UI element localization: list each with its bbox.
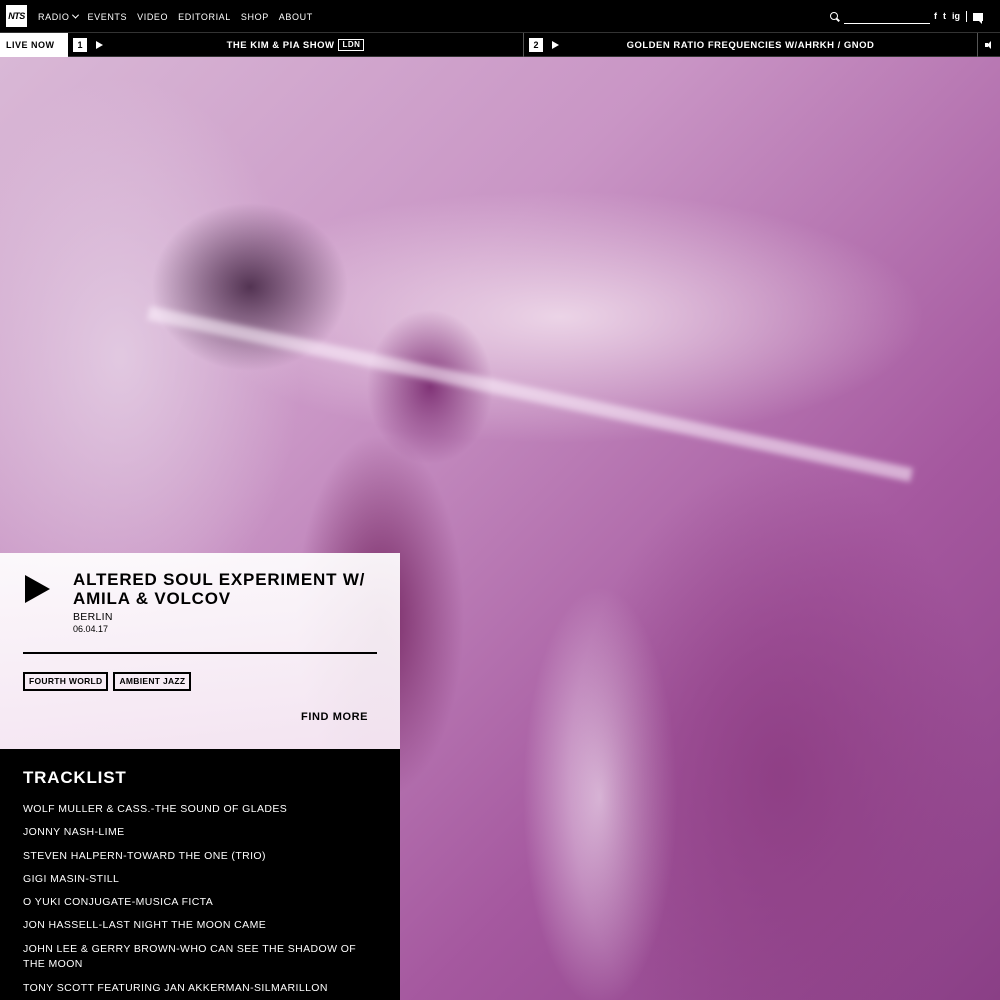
track-item: STEVEN HALPERN-TOWARD THE ONE (TRIO) (23, 849, 266, 862)
search-input[interactable] (844, 10, 930, 24)
show-location: BERLIN (73, 611, 113, 623)
live-bar: LIVE NOW 1 THE KIM & PIA SHOW LDN 2 GOLD… (0, 33, 1000, 57)
search (830, 10, 930, 24)
track-item: JON HASSELL-LAST NIGHT THE MOON CAME (23, 919, 267, 932)
search-icon[interactable] (830, 12, 840, 22)
channel-title: THE KIM & PIA SHOW LDN (68, 33, 523, 57)
nav-radio-label: RADIO (38, 11, 70, 22)
track-item: GIGI MASIN-STILL (23, 872, 120, 885)
track-item: O YUKI CONJUGATE-MUSICA FICTA (23, 896, 214, 909)
volume-icon (984, 41, 995, 49)
nav-events[interactable]: EVENTS (88, 12, 128, 22)
track-list: WOLF MULLER & CASS.-THE SOUND OF GLADES … (23, 802, 363, 1000)
track-item: WOLF MULLER & CASS.-THE SOUND OF GLADES (23, 803, 288, 815)
instagram-icon[interactable]: ig (952, 10, 960, 23)
channel-2-title: GOLDEN RATIO FREQUENCIES W/AHRKH / GNOD (626, 39, 875, 51)
social-links: f t ig (934, 10, 983, 24)
track-item: JONNY NASH-LIME (23, 826, 125, 839)
genre-tag[interactable]: AMBIENT JAZZ (113, 672, 192, 691)
play-icon[interactable] (96, 41, 103, 49)
top-navigation: NTS RADIO EVENTS VIDEO EDITORIAL SHOP AB… (0, 0, 1000, 33)
logo-text: NTS (8, 11, 25, 21)
nav-editorial[interactable]: EDITORIAL (178, 12, 231, 22)
play-icon[interactable] (25, 575, 50, 603)
divider (23, 652, 377, 654)
nav-about[interactable]: ABOUT (279, 12, 313, 22)
track-item: JOHN LEE & GERRY BROWN-WHO CAN SEE THE S… (23, 942, 357, 971)
location-badge: LDN (338, 39, 365, 51)
track-item: TONY SCOTT FEATURING JAN AKKERMAN-SILMAR… (23, 981, 328, 994)
play-icon[interactable] (552, 41, 559, 49)
chevron-down-icon (71, 11, 79, 19)
channel-2[interactable]: 2 GOLDEN RATIO FREQUENCIES W/AHRKH / GNO… (524, 33, 978, 57)
facebook-icon[interactable]: f (934, 10, 937, 23)
nts-logo[interactable]: NTS (6, 5, 27, 27)
channel-title: GOLDEN RATIO FREQUENCIES W/AHRKH / GNOD (524, 33, 977, 57)
genre-tags: FOURTH WORLD AMBIENT JAZZ (23, 672, 192, 691)
show-date: 06.04.17 (73, 624, 109, 634)
channel-number: 1 (73, 38, 87, 52)
hero-light-streak (147, 306, 913, 482)
channel-number: 2 (529, 38, 543, 52)
nav-video[interactable]: VIDEO (137, 12, 168, 22)
nav-shop[interactable]: SHOP (241, 12, 269, 22)
nav-radio[interactable]: RADIO (38, 11, 79, 22)
divider (966, 11, 967, 22)
tracklist-title: TRACKLIST (23, 768, 127, 787)
chat-icon[interactable] (973, 12, 983, 24)
find-more-link[interactable]: FIND MORE (301, 711, 368, 723)
live-now-label: LIVE NOW (0, 33, 68, 57)
main-menu: RADIO EVENTS VIDEO EDITORIAL SHOP ABOUT (38, 0, 313, 33)
volume-button[interactable] (979, 33, 1000, 57)
genre-tag[interactable]: FOURTH WORLD (23, 672, 109, 691)
show-title: ALTERED SOUL EXPERIMENT W/ AMILA & VOLCO… (73, 570, 366, 608)
channel-1-title: THE KIM & PIA SHOW (226, 39, 335, 51)
channel-1[interactable]: 1 THE KIM & PIA SHOW LDN (68, 33, 524, 57)
twitter-icon[interactable]: t (943, 10, 946, 23)
